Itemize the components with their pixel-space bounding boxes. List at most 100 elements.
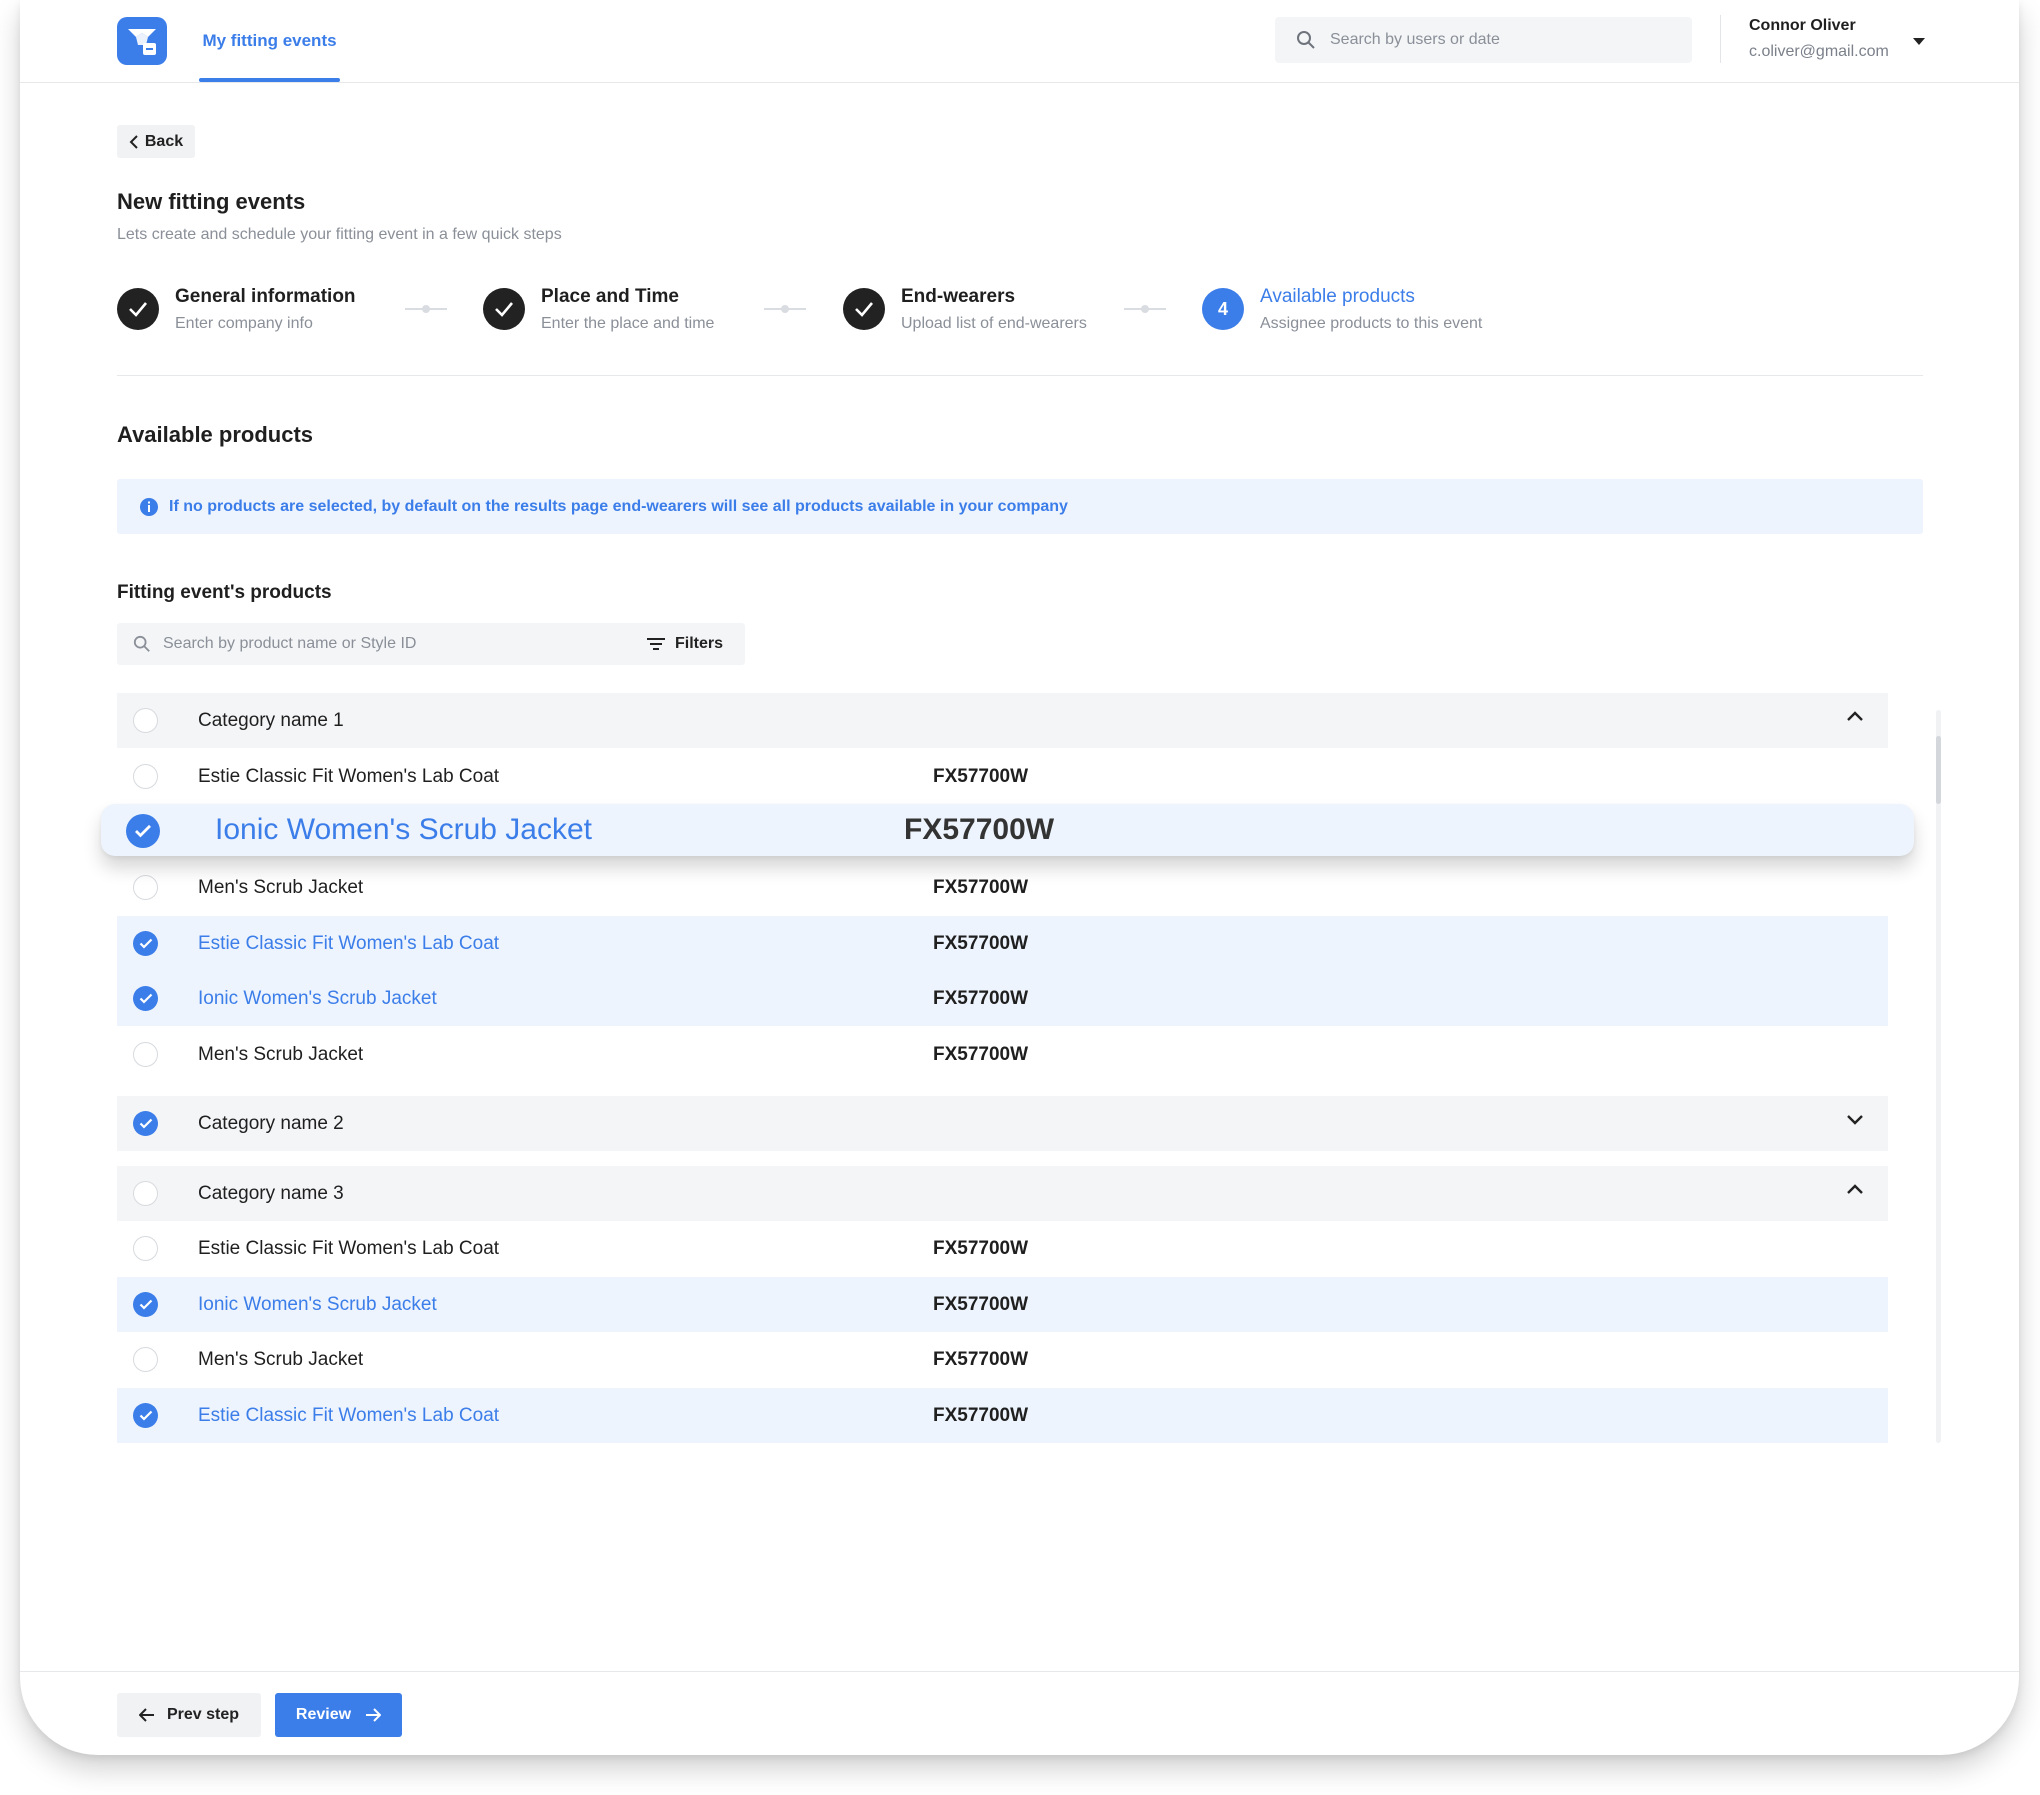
product-name: Estie Classic Fit Women's Lab Coat <box>198 1404 500 1426</box>
step-connector <box>405 305 447 313</box>
step-subtitle: Enter the place and time <box>541 315 715 332</box>
review-label: Review <box>295 1706 352 1723</box>
tab-label: My fitting events <box>202 31 337 50</box>
caret-down-icon[interactable] <box>1912 33 1926 51</box>
category-row[interactable]: Category name 2 <box>117 1096 1888 1151</box>
divider <box>1720 15 1721 63</box>
category-radio[interactable] <box>133 708 158 733</box>
footer-divider <box>20 1671 2019 1672</box>
style-id: FX57700W <box>933 1237 1029 1259</box>
checkbox-checked-icon[interactable] <box>133 1403 158 1428</box>
prev-step-button[interactable]: Prev step <box>117 1693 261 1737</box>
user-menu[interactable]: Connor Oliver c.oliver@gmail.com <box>1749 17 1889 61</box>
product-radio[interactable] <box>133 1236 158 1261</box>
arrow-left-icon <box>138 1708 155 1722</box>
product-radio[interactable] <box>133 1042 158 1067</box>
product-row[interactable]: Estie Classic Fit Women's Lab Coat FX577… <box>117 1388 1888 1443</box>
style-id: FX57700W <box>933 1293 1029 1315</box>
top-bar: My fitting events Search by users or dat… <box>20 0 2019 83</box>
filters-button[interactable]: Filters <box>646 635 723 653</box>
product-name: Ionic Women's Scrub Jacket <box>215 813 592 846</box>
step-end-wearers[interactable]: End-wearers Upload list of end-wearers <box>843 286 1087 333</box>
product-search-placeholder: Search by product name or Style ID <box>163 635 417 652</box>
filter-icon <box>646 637 665 651</box>
search-icon <box>1296 30 1316 50</box>
step-subtitle: Assignee products to this event <box>1260 315 1483 332</box>
checkbox-checked-icon[interactable] <box>133 986 158 1011</box>
checkbox-checked-icon[interactable] <box>133 1111 158 1136</box>
checkbox-checked-icon[interactable] <box>126 814 160 848</box>
product-row[interactable]: Ionic Women's Scrub Jacket FX57700W <box>117 971 1888 1026</box>
step-subtitle: Upload list of end-wearers <box>901 315 1087 332</box>
chevron-left-icon <box>129 134 139 149</box>
back-button[interactable]: Back <box>117 125 195 158</box>
product-row-dragging[interactable]: Ionic Women's Scrub Jacket FX57700W <box>101 804 1914 856</box>
checkbox-checked-icon[interactable] <box>133 931 158 956</box>
product-search-input[interactable]: Search by product name or Style ID Filte… <box>117 623 745 665</box>
style-id: FX57700W <box>933 1348 1029 1370</box>
global-search-input[interactable]: Search by users or date <box>1275 17 1692 63</box>
step-number-badge: 4 <box>1202 288 1244 330</box>
scrollbar-thumb[interactable] <box>1936 736 1941 804</box>
category-row[interactable]: Category name 3 <box>117 1166 1888 1221</box>
check-icon <box>843 288 885 330</box>
product-radio[interactable] <box>133 875 158 900</box>
product-row[interactable]: Estie Classic Fit Women's Lab Coat FX577… <box>117 749 1888 804</box>
user-email: c.oliver@gmail.com <box>1749 43 1889 60</box>
chevron-down-icon[interactable] <box>1846 1114 1864 1125</box>
product-row[interactable]: Men's Scrub Jacket FX57700W <box>117 1027 1888 1082</box>
scrollbar-track[interactable] <box>1936 710 1941 1443</box>
category-name: Category name 1 <box>198 709 344 731</box>
style-id: FX57700W <box>933 876 1029 898</box>
products-title: Fitting event's products <box>117 582 332 603</box>
step-place-and-time[interactable]: Place and Time Enter the place and time <box>483 286 714 333</box>
chevron-up-icon[interactable] <box>1846 711 1864 722</box>
tab-my-fitting-events[interactable]: My fitting events <box>199 0 340 82</box>
product-radio[interactable] <box>133 764 158 789</box>
product-row[interactable]: Ionic Women's Scrub Jacket FX57700W <box>117 1277 1888 1332</box>
step-available-products[interactable]: 4 Available products Assignee products t… <box>1202 286 1482 333</box>
product-name: Ionic Women's Scrub Jacket <box>198 1293 437 1315</box>
product-row[interactable]: Men's Scrub Jacket FX57700W <box>117 860 1888 915</box>
product-name: Men's Scrub Jacket <box>198 876 364 898</box>
style-id: FX57700W <box>933 765 1029 787</box>
check-icon <box>117 288 159 330</box>
step-connector <box>764 305 806 313</box>
product-name: Men's Scrub Jacket <box>198 1043 364 1065</box>
info-message: If no products are selected, by default … <box>169 497 1068 515</box>
product-name: Estie Classic Fit Women's Lab Coat <box>198 765 500 787</box>
step-title: Available products <box>1260 286 1415 307</box>
product-name: Men's Scrub Jacket <box>198 1348 364 1370</box>
checkbox-checked-icon[interactable] <box>133 1292 158 1317</box>
page-subtitle: Lets create and schedule your fitting ev… <box>117 226 562 243</box>
filters-label: Filters <box>674 635 723 652</box>
product-row[interactable]: Estie Classic Fit Women's Lab Coat FX577… <box>117 1221 1888 1276</box>
step-title: General information <box>175 286 356 307</box>
style-id: FX57700W <box>933 987 1029 1009</box>
category-radio[interactable] <box>133 1181 158 1206</box>
prev-step-label: Prev step <box>166 1706 240 1723</box>
product-radio[interactable] <box>133 1347 158 1372</box>
product-row[interactable]: Estie Classic Fit Women's Lab Coat FX577… <box>117 916 1888 971</box>
product-row[interactable]: Men's Scrub Jacket FX57700W <box>117 1332 1888 1387</box>
app-window: My fitting events Search by users or dat… <box>20 0 2019 1755</box>
step-general-information[interactable]: General information Enter company info <box>117 286 356 333</box>
step-subtitle: Enter company info <box>175 315 313 332</box>
chevron-up-icon[interactable] <box>1846 1184 1864 1195</box>
category-name: Category name 2 <box>198 1112 344 1134</box>
app-logo-icon[interactable] <box>117 17 167 65</box>
style-id: FX57700W <box>933 1404 1029 1426</box>
check-icon <box>483 288 525 330</box>
product-name: Estie Classic Fit Women's Lab Coat <box>198 1237 500 1259</box>
category-row[interactable]: Category name 1 <box>117 693 1888 748</box>
product-name: Ionic Women's Scrub Jacket <box>198 987 437 1009</box>
step-connector <box>1124 305 1166 313</box>
step-title: End-wearers <box>901 286 1016 307</box>
search-placeholder: Search by users or date <box>1330 31 1500 48</box>
product-name: Estie Classic Fit Women's Lab Coat <box>198 932 500 954</box>
page-title: New fitting events <box>117 189 306 214</box>
style-id: FX57700W <box>933 932 1029 954</box>
step-title: Place and Time <box>541 286 679 307</box>
info-banner: If no products are selected, by default … <box>117 479 1923 534</box>
review-button[interactable]: Review <box>275 1693 402 1737</box>
